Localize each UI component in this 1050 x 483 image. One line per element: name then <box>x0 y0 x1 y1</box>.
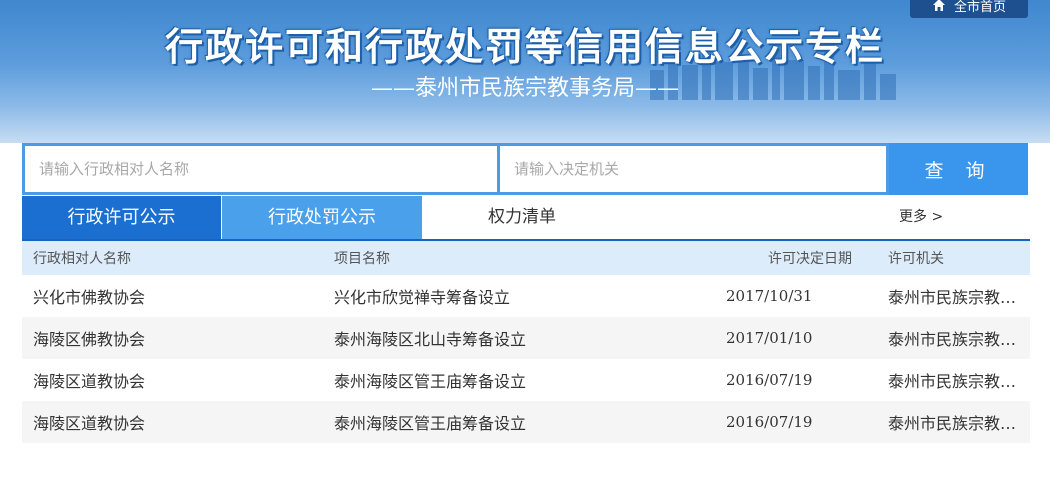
cell-project[interactable]: 泰州海陵区管王庙筹备设立 <box>334 368 526 392</box>
cell-counterparty: 海陵区道教协会 <box>33 372 146 391</box>
cell-counterparty: 海陵区佛教协会 <box>33 330 146 349</box>
cell-authority: 泰州市民族宗教事务局 <box>888 372 1023 391</box>
counterparty-name-input[interactable] <box>25 146 497 192</box>
header-counterparty: 行政相对人名称 <box>33 251 131 267</box>
page-title: 行政许可和行政处罚等信用信息公示专栏 <box>164 25 885 69</box>
cell-decision-date: 2017/10/31 <box>726 287 813 305</box>
more-link[interactable]: 更多 > <box>899 196 943 239</box>
cell-authority: 泰州市民族宗教事务局 <box>888 288 1023 307</box>
cell-project[interactable]: 泰州海陵区北山寺筹备设立 <box>334 326 526 350</box>
table-row[interactable]: 海陵区道教协会 泰州海陵区管王庙筹备设立 2016/07/19 泰州市民族宗教事… <box>22 359 1030 401</box>
tab-power-list[interactable]: 权力清单 <box>422 196 622 239</box>
category-tabs: 行政许可公示 行政处罚公示 权力清单 更多 > <box>22 196 1030 241</box>
cell-counterparty: 海陵区道教协会 <box>33 414 146 433</box>
cell-authority: 泰州市民族宗教事务局 <box>888 414 1023 433</box>
license-table: 行政相对人名称 项目名称 许可决定日期 许可机关 兴化市佛教协会 兴化市欣觉禅寺… <box>22 241 1030 443</box>
table-row[interactable]: 兴化市佛教协会 兴化市欣觉禅寺筹备设立 2017/10/31 泰州市民族宗教事务… <box>22 275 1030 317</box>
cell-authority: 泰州市民族宗教事务局 <box>888 330 1023 349</box>
cell-project[interactable]: 泰州海陵区管王庙筹备设立 <box>334 410 526 434</box>
cell-decision-date: 2016/07/19 <box>726 371 813 389</box>
cell-decision-date: 2017/01/10 <box>726 329 813 347</box>
table-row[interactable]: 海陵区道教协会 泰州海陵区管王庙筹备设立 2016/07/19 泰州市民族宗教事… <box>22 401 1030 443</box>
search-bar: 查 询 <box>22 143 1028 195</box>
cell-counterparty: 兴化市佛教协会 <box>33 288 146 307</box>
home-icon <box>932 0 945 11</box>
table-header-row: 行政相对人名称 项目名称 许可决定日期 许可机关 <box>22 241 1030 275</box>
page-subtitle: ——泰州市民族宗教事务局—— <box>370 76 679 101</box>
table-row[interactable]: 海陵区佛教协会 泰州海陵区北山寺筹备设立 2017/01/10 泰州市民族宗教事… <box>22 317 1030 359</box>
header-project: 项目名称 <box>334 251 390 267</box>
cell-decision-date: 2016/07/19 <box>726 413 813 431</box>
tab-administrative-penalty[interactable]: 行政处罚公示 <box>222 196 422 239</box>
home-link[interactable]: 全市首页 <box>910 0 1028 18</box>
cell-project[interactable]: 兴化市欣觉禅寺筹备设立 <box>334 284 510 308</box>
header-decision-date: 许可决定日期 <box>768 251 852 267</box>
header-banner: 行政许可和行政处罚等信用信息公示专栏 ——泰州市民族宗教事务局—— 全市首页 <box>0 0 1050 143</box>
decision-authority-input[interactable] <box>500 146 886 192</box>
header-authority: 许可机关 <box>888 251 944 267</box>
search-button[interactable]: 查 询 <box>889 143 1028 195</box>
tab-administrative-license[interactable]: 行政许可公示 <box>22 196 221 239</box>
home-link-label: 全市首页 <box>953 0 1006 15</box>
